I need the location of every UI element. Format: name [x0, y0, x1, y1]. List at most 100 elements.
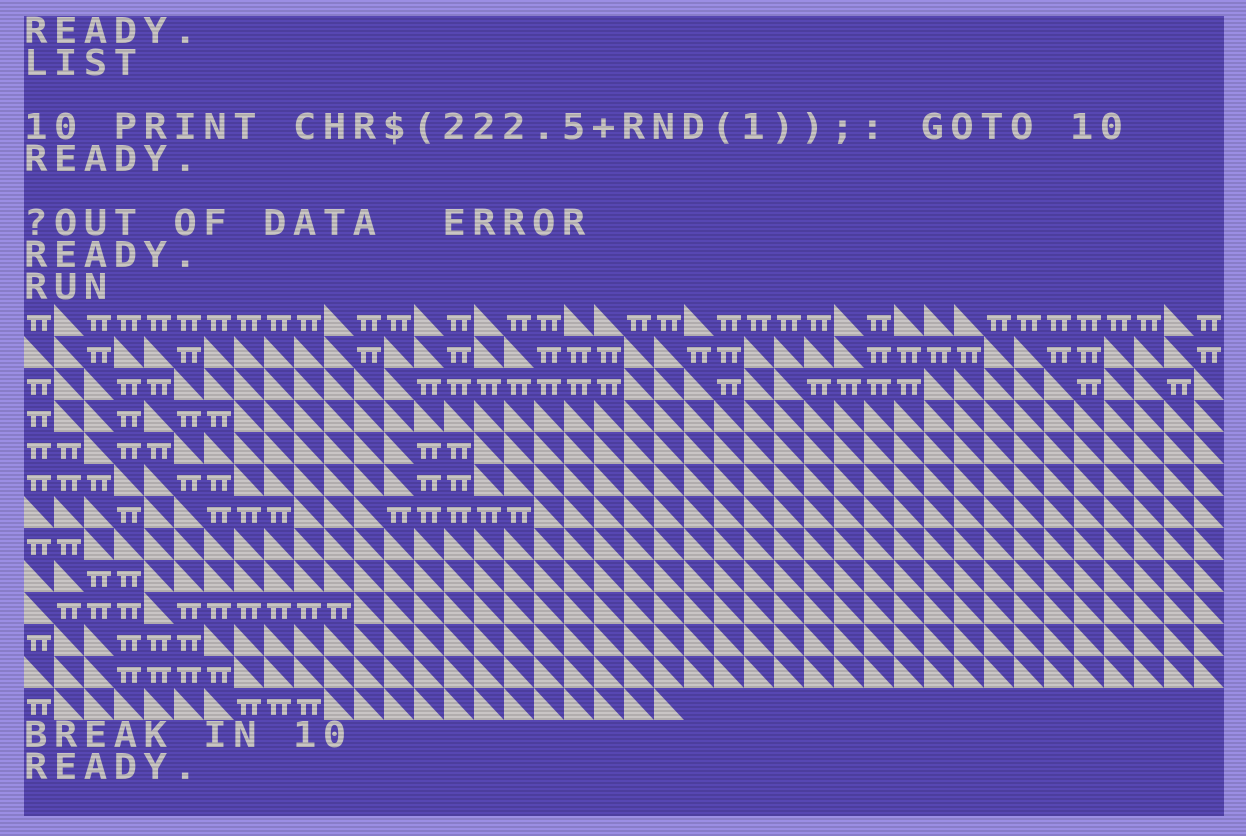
triangle-glyph	[864, 624, 894, 656]
triangle-glyph	[234, 624, 264, 656]
pi-glyph	[447, 315, 471, 331]
triangle-glyph	[294, 560, 324, 592]
triangle-glyph	[744, 400, 774, 432]
pi-glyph	[537, 347, 561, 363]
pi-glyph	[297, 603, 321, 619]
triangle-glyph	[1014, 464, 1044, 496]
triangle-glyph	[624, 656, 654, 688]
triangle-glyph	[414, 592, 444, 624]
c64-screen[interactable]: READY. LIST 10 PRINT CHR$(222.5+RND(1));…	[24, 16, 1224, 816]
triangle-glyph	[744, 432, 774, 464]
pi-glyph	[867, 315, 891, 331]
triangle-glyph	[384, 528, 414, 560]
triangle-glyph	[744, 560, 774, 592]
triangle-glyph	[714, 656, 744, 688]
pi-glyph	[867, 379, 891, 395]
triangle-glyph	[804, 336, 834, 368]
triangle-glyph	[294, 656, 324, 688]
pi-glyph	[1077, 347, 1101, 363]
triangle-glyph	[234, 368, 264, 400]
triangle-glyph	[414, 400, 444, 432]
triangle-glyph	[384, 560, 414, 592]
pi-glyph	[87, 571, 111, 587]
triangle-glyph	[54, 560, 84, 592]
triangle-glyph	[834, 432, 864, 464]
pi-glyph	[117, 379, 141, 395]
triangle-glyph	[1074, 560, 1104, 592]
triangle-glyph	[954, 304, 984, 336]
triangle-glyph	[624, 368, 654, 400]
triangle-glyph	[144, 592, 174, 624]
triangle-glyph	[384, 464, 414, 496]
triangle-glyph	[54, 336, 84, 368]
pi-glyph	[207, 411, 231, 427]
triangle-glyph	[1194, 400, 1224, 432]
pi-glyph	[147, 315, 171, 331]
triangle-glyph	[444, 560, 474, 592]
triangle-glyph	[1014, 368, 1044, 400]
triangle-glyph	[1014, 400, 1044, 432]
triangle-glyph	[894, 464, 924, 496]
triangle-glyph	[654, 624, 684, 656]
triangle-glyph	[54, 656, 84, 688]
triangle-glyph	[744, 528, 774, 560]
triangle-glyph	[54, 624, 84, 656]
triangle-glyph	[984, 656, 1014, 688]
triangle-glyph	[924, 496, 954, 528]
triangle-glyph	[684, 464, 714, 496]
triangle-glyph	[384, 624, 414, 656]
pi-glyph	[117, 443, 141, 459]
triangle-glyph	[654, 496, 684, 528]
pi-glyph	[177, 635, 201, 651]
triangle-glyph	[1164, 528, 1194, 560]
triangle-glyph	[324, 304, 354, 336]
triangle-glyph	[1134, 528, 1164, 560]
triangle-glyph	[1014, 624, 1044, 656]
triangle-glyph	[774, 464, 804, 496]
pi-glyph	[117, 411, 141, 427]
pi-glyph	[207, 475, 231, 491]
triangle-glyph	[714, 528, 744, 560]
triangle-glyph	[1134, 560, 1164, 592]
triangle-glyph	[594, 400, 624, 432]
triangle-glyph	[834, 400, 864, 432]
triangle-glyph	[354, 592, 384, 624]
triangle-glyph	[264, 560, 294, 592]
triangle-glyph	[354, 560, 384, 592]
triangle-glyph	[384, 400, 414, 432]
triangle-glyph	[504, 464, 534, 496]
pi-glyph	[537, 315, 561, 331]
triangle-glyph	[774, 560, 804, 592]
triangle-glyph	[834, 592, 864, 624]
pi-glyph	[327, 603, 351, 619]
triangle-glyph	[54, 368, 84, 400]
triangle-glyph	[1134, 656, 1164, 688]
triangle-glyph	[654, 368, 684, 400]
triangle-glyph	[774, 496, 804, 528]
triangle-glyph	[564, 496, 594, 528]
triangle-glyph	[924, 592, 954, 624]
pi-glyph	[177, 315, 201, 331]
triangle-glyph	[744, 368, 774, 400]
triangle-glyph	[954, 496, 984, 528]
triangle-glyph	[654, 528, 684, 560]
triangle-glyph	[564, 464, 594, 496]
pi-glyph	[717, 315, 741, 331]
pi-glyph	[117, 315, 141, 331]
triangle-glyph	[804, 560, 834, 592]
triangle-glyph	[684, 592, 714, 624]
triangle-glyph	[234, 336, 264, 368]
triangle-glyph	[1044, 496, 1074, 528]
triangle-glyph	[924, 624, 954, 656]
triangle-glyph	[954, 624, 984, 656]
pi-glyph	[447, 379, 471, 395]
run-command: RUN	[24, 266, 114, 309]
triangle-glyph	[684, 400, 714, 432]
triangle-glyph	[1104, 560, 1134, 592]
pi-glyph	[1107, 315, 1131, 331]
triangle-glyph	[624, 528, 654, 560]
triangle-glyph	[384, 592, 414, 624]
pi-glyph	[417, 475, 441, 491]
triangle-glyph	[744, 496, 774, 528]
triangle-glyph	[774, 624, 804, 656]
